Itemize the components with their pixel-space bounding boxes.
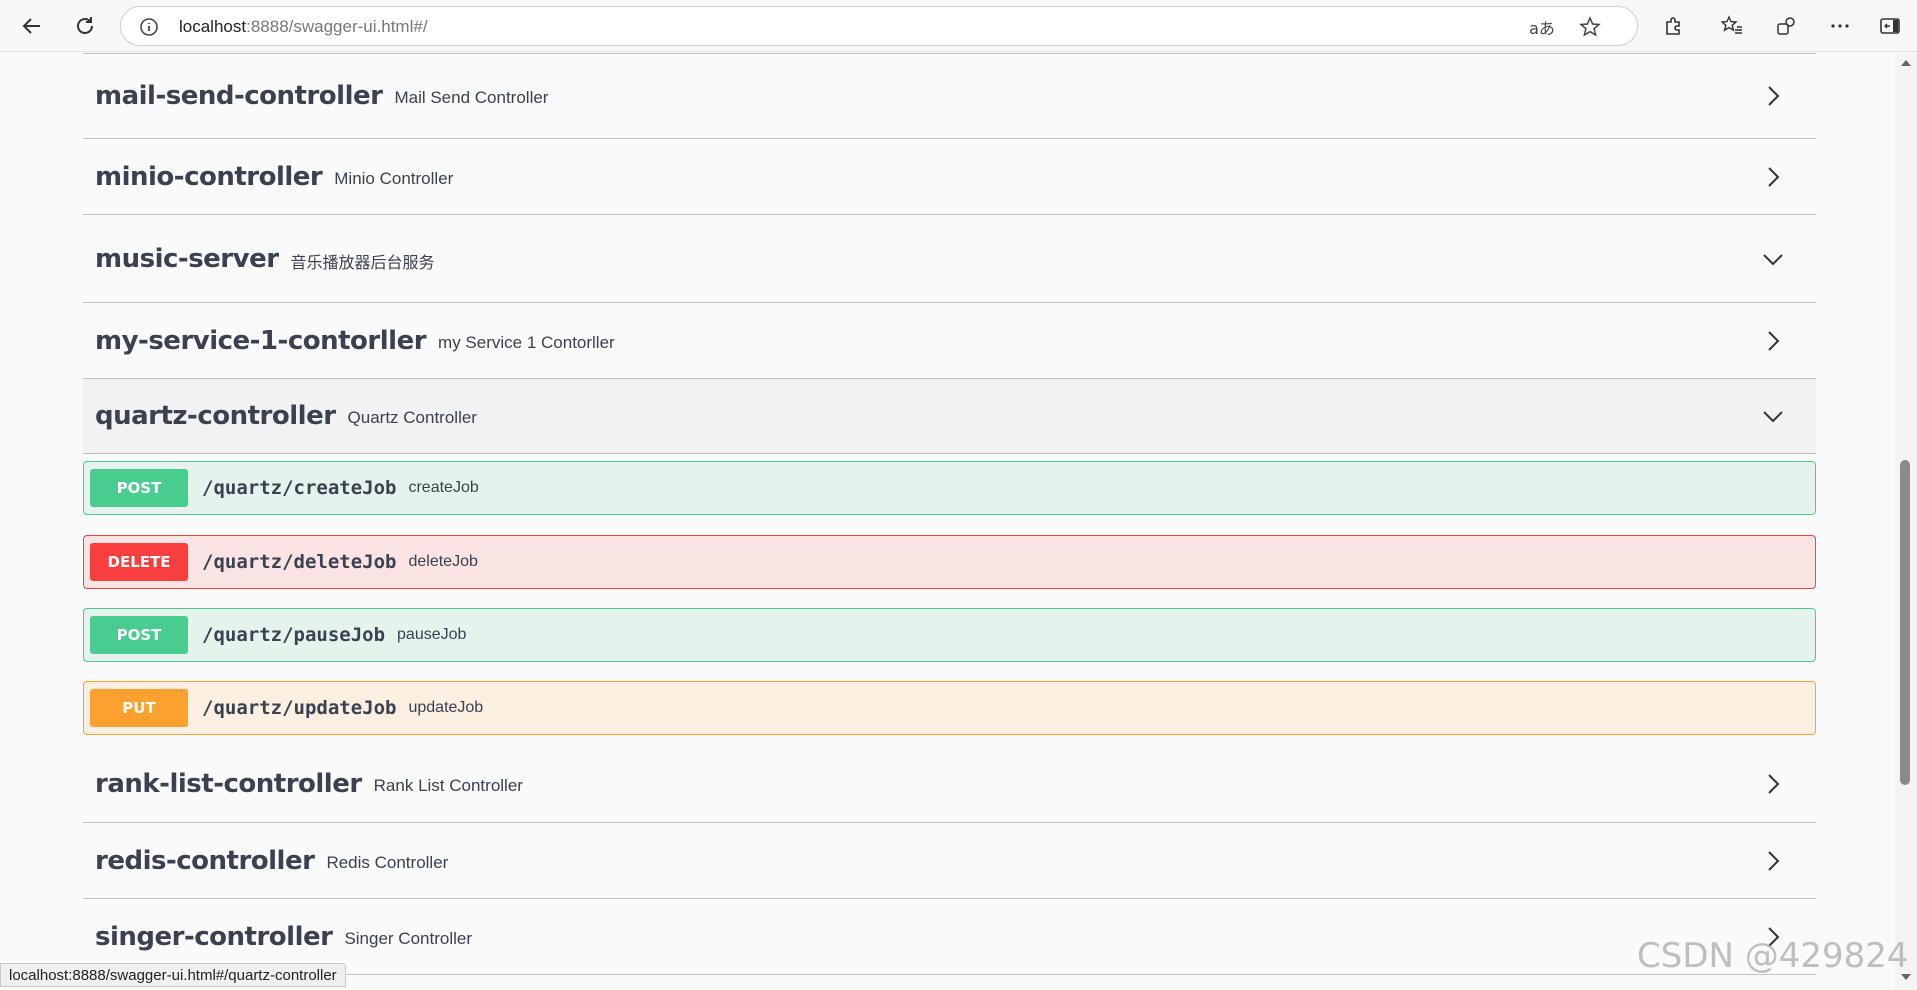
tag-name: my-service-1-contorller [95, 325, 427, 356]
tag-name: quartz-controller [95, 401, 336, 431]
address-bar[interactable]: localhost:8888/swagger-ui.html#/ aあ [120, 6, 1638, 46]
chevron-down-icon[interactable] [1762, 405, 1784, 427]
tag-rank-list-controller[interactable]: rank-list-controller Rank List Controlle… [83, 746, 1816, 823]
vertical-scrollbar[interactable] [1895, 53, 1917, 990]
chevron-right-icon[interactable] [1762, 330, 1784, 352]
tag-mail-send-controller[interactable]: mail-send-controller Mail Send Controlle… [83, 53, 1816, 139]
back-button[interactable] [14, 8, 50, 44]
tag-description: Rank List Controller [373, 776, 523, 795]
favorites-list-icon [1721, 15, 1742, 34]
swagger-page: mail-send-controller Mail Send Controlle… [0, 53, 1895, 990]
url-rest: :8888/swagger-ui.html#/ [246, 17, 428, 36]
operation-path: /quartz/createJob [202, 477, 397, 499]
refresh-button[interactable] [67, 8, 103, 44]
operation-summary: updateJob [408, 699, 484, 716]
collections-icon [1777, 17, 1795, 35]
operation-summary: createJob [408, 479, 479, 496]
url-host: localhost [179, 17, 247, 36]
more-dots-icon [1831, 24, 1849, 28]
back-arrow-icon [22, 18, 40, 34]
operation-update-job[interactable]: PUT /quartz/updateJob updateJob [83, 681, 1816, 735]
tag-description: Minio Controller [334, 168, 454, 188]
sidebar-toggle-button[interactable] [1872, 8, 1908, 44]
tag-name: minio-controller [95, 161, 323, 192]
url-text[interactable]: localhost:8888/swagger-ui.html#/ [179, 17, 428, 37]
browser-toolbar: localhost:8888/swagger-ui.html#/ aあ [0, 0, 1917, 52]
sidebar-icon [1880, 18, 1900, 34]
tag-description: my Service 1 Contorller [438, 332, 615, 352]
operation-path: /quartz/updateJob [202, 697, 397, 719]
refresh-icon [77, 17, 93, 34]
favorites-button[interactable] [1714, 8, 1750, 44]
tag-quartz-controller[interactable]: quartz-controller Quartz Controller [83, 379, 1816, 454]
tag-description: 音乐播放器后台服务 [290, 252, 435, 272]
chevron-down-icon[interactable] [1762, 248, 1784, 270]
chevron-right-icon[interactable] [1762, 166, 1784, 188]
operation-create-job[interactable]: POST /quartz/createJob createJob [83, 461, 1816, 515]
operation-pause-job[interactable]: POST /quartz/pauseJob pauseJob [83, 608, 1816, 662]
chevron-right-icon[interactable] [1762, 85, 1784, 107]
extensions-button[interactable] [1656, 8, 1692, 44]
chevron-right-icon[interactable] [1762, 850, 1784, 872]
tag-name: singer-controller [95, 921, 333, 952]
puzzle-icon [1666, 17, 1680, 35]
tag-music-server[interactable]: music-server 音乐播放器后台服务 [83, 215, 1816, 303]
tag-description: Redis Controller [326, 852, 449, 872]
tag-description: Quartz Controller [347, 408, 477, 427]
favorite-star-icon[interactable] [1577, 14, 1603, 40]
collections-button[interactable] [1768, 8, 1804, 44]
link-status-bar: localhost:8888/swagger-ui.html#/quartz-c… [0, 963, 346, 987]
tag-name: redis-controller [95, 845, 315, 876]
operation-summary: pauseJob [397, 626, 467, 643]
watermark: CSDN @429824 [1637, 936, 1909, 976]
chevron-right-icon[interactable] [1762, 773, 1784, 795]
tag-description: Singer Controller [344, 928, 472, 948]
method-badge: POST [90, 469, 188, 507]
scrollbar-thumb[interactable] [1900, 460, 1910, 785]
operation-summary: deleteJob [408, 553, 478, 570]
method-badge: POST [90, 616, 188, 654]
operation-delete-job[interactable]: DELETE /quartz/deleteJob deleteJob [83, 535, 1816, 589]
read-aloud-icon[interactable]: aあ [1529, 14, 1555, 40]
tag-name: music-server [95, 243, 279, 274]
tag-name: mail-send-controller [95, 81, 383, 111]
method-badge: DELETE [90, 543, 188, 581]
tag-my-service-1-contorller[interactable]: my-service-1-contorller my Service 1 Con… [83, 303, 1816, 379]
method-badge: PUT [90, 689, 188, 727]
operation-path: /quartz/deleteJob [202, 551, 397, 573]
scroll-up-arrow-icon[interactable] [1900, 57, 1912, 69]
site-info-icon[interactable] [139, 17, 159, 42]
tag-minio-controller[interactable]: minio-controller Minio Controller [83, 139, 1816, 215]
tag-redis-controller[interactable]: redis-controller Redis Controller [83, 823, 1816, 899]
tag-description: Mail Send Controller [394, 88, 549, 107]
operation-path: /quartz/pauseJob [202, 624, 386, 646]
tag-name: rank-list-controller [95, 769, 362, 799]
more-menu-button[interactable] [1822, 8, 1858, 44]
